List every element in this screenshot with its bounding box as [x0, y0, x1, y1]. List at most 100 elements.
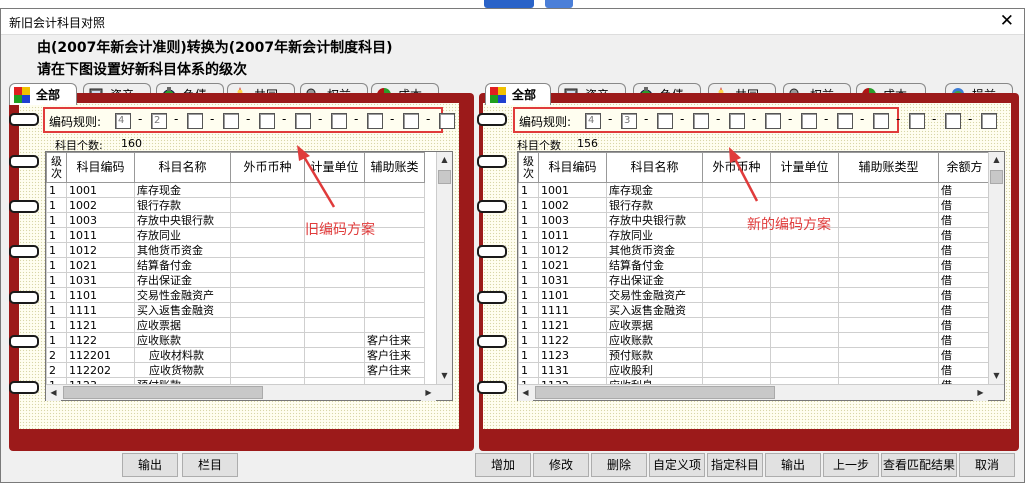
- column-header[interactable]: 辅助账类型: [838, 152, 939, 183]
- table-row[interactable]: 1 1012 其他货币资金 借: [518, 242, 991, 258]
- table-row[interactable]: 1 1031 存出保证金: [46, 272, 425, 288]
- output-button[interactable]: 输出: [122, 453, 178, 477]
- code-level-input[interactable]: [837, 113, 853, 129]
- cancel-button[interactable]: 取消: [959, 453, 1015, 477]
- table-row[interactable]: 1 1012 其他货币资金: [46, 242, 425, 258]
- right-tab-all[interactable]: 全部: [485, 83, 551, 105]
- scroll-down-icon[interactable]: ▼: [437, 368, 452, 384]
- grid-cell: 1122: [66, 332, 135, 348]
- scroll-up-icon[interactable]: ▲: [989, 152, 1004, 168]
- table-row[interactable]: 1 1122 应收账款 客户往来: [46, 332, 425, 348]
- table-row[interactable]: 1 1121 应收票据 借: [518, 317, 991, 333]
- delete-button[interactable]: 删除: [591, 453, 647, 477]
- table-row[interactable]: 1 1002 银行存款: [46, 197, 425, 213]
- column-header[interactable]: 计量单位: [304, 152, 365, 183]
- code-level-input[interactable]: 4: [115, 113, 131, 129]
- close-icon[interactable]: ✕: [1000, 11, 1014, 31]
- table-row[interactable]: 1 1122 应收账款 借: [518, 332, 991, 348]
- code-level-input[interactable]: [367, 113, 383, 129]
- horizontal-scrollbar[interactable]: ◀ ▶: [46, 384, 452, 401]
- grid-cell: 借: [938, 272, 991, 288]
- code-level-input[interactable]: [259, 113, 275, 129]
- table-row[interactable]: 1 1131 应收股利 借: [518, 362, 991, 378]
- vertical-scrollbar[interactable]: ▲ ▼: [436, 152, 452, 384]
- code-level-input[interactable]: [909, 113, 925, 129]
- table-row[interactable]: 1 1121 应收票据: [46, 317, 425, 333]
- left-account-grid[interactable]: 级次 科目编码 科目名称 外币币种 计量单位 辅助账类 1 1001 库存现金 1 1002 银行存款…: [45, 151, 453, 401]
- column-header[interactable]: 科目名称: [606, 152, 703, 183]
- assign-account-button[interactable]: 指定科目: [707, 453, 763, 477]
- custom-item-button[interactable]: 自定义项: [649, 453, 705, 477]
- horizontal-scrollbar[interactable]: ◀ ▶: [518, 384, 1004, 401]
- code-level-input[interactable]: [331, 113, 347, 129]
- left-tab-all[interactable]: 全部: [9, 83, 77, 105]
- left-code-rule-row: 编码规则: 4-2--------: [43, 107, 455, 133]
- column-header[interactable]: 科目编码: [538, 152, 607, 183]
- edit-button[interactable]: 修改: [533, 453, 589, 477]
- right-account-grid[interactable]: 级次 科目编码 科目名称 外币币种 计量单位 辅助账类型 余额方 1 1001 库存现金借 1 100…: [517, 151, 1005, 401]
- columns-button[interactable]: 栏目: [182, 453, 238, 477]
- grid-cell: 借: [938, 302, 991, 318]
- code-level-input[interactable]: [693, 113, 709, 129]
- column-header[interactable]: 科目编码: [66, 152, 135, 183]
- table-row[interactable]: 2 112201 应收材料款 客户往来: [46, 347, 425, 363]
- code-level-input[interactable]: [801, 113, 817, 129]
- scroll-left-icon[interactable]: ◀: [518, 385, 533, 401]
- table-row[interactable]: 1 1101 交易性金融资产: [46, 287, 425, 303]
- column-header[interactable]: 外币币种: [230, 152, 305, 183]
- code-level-input[interactable]: [187, 113, 203, 129]
- table-row[interactable]: 1 1002 银行存款 借: [518, 197, 991, 213]
- column-header[interactable]: 科目名称: [134, 152, 231, 183]
- scroll-thumb[interactable]: [990, 170, 1003, 184]
- table-row[interactable]: 1 1123 预付账款 借: [518, 347, 991, 363]
- scroll-thumb[interactable]: [63, 386, 263, 399]
- table-row[interactable]: 1 1021 结算备付金 借: [518, 257, 991, 273]
- binder-ring: [9, 200, 39, 213]
- vertical-scrollbar[interactable]: ▲ ▼: [988, 152, 1004, 384]
- scroll-thumb[interactable]: [438, 170, 451, 184]
- scroll-right-icon[interactable]: ▶: [421, 385, 436, 401]
- code-level-input[interactable]: 2: [151, 113, 167, 129]
- code-level-input[interactable]: [223, 113, 239, 129]
- grid-header-row: 级次 科目编码 科目名称 外币币种 计量单位 辅助账类型 余额方: [518, 152, 991, 183]
- code-level-input[interactable]: [765, 113, 781, 129]
- binder-ring: [477, 291, 507, 304]
- table-row[interactable]: 1 1111 买入返售金融资借: [518, 302, 991, 318]
- grid-cell: 存放中央银行款: [134, 212, 231, 228]
- annotation-arrows: [297, 145, 759, 208]
- scroll-down-icon[interactable]: ▼: [989, 368, 1004, 384]
- scroll-thumb[interactable]: [535, 386, 775, 399]
- column-header[interactable]: 级次: [46, 152, 67, 183]
- column-header[interactable]: 级次: [518, 152, 539, 183]
- table-row[interactable]: 1 1021 结算备付金: [46, 257, 425, 273]
- code-level-input[interactable]: [403, 113, 419, 129]
- scroll-left-icon[interactable]: ◀: [46, 385, 61, 401]
- column-header[interactable]: 余额方: [938, 152, 991, 183]
- column-header[interactable]: 计量单位: [770, 152, 839, 183]
- code-level-input[interactable]: 3: [621, 113, 637, 129]
- previous-step-button[interactable]: 上一步: [823, 453, 879, 477]
- code-level-input[interactable]: [657, 113, 673, 129]
- table-row[interactable]: 1 1001 库存现金: [46, 182, 425, 198]
- table-row[interactable]: 1 1101 交易性金融资产 借: [518, 287, 991, 303]
- scroll-right-icon[interactable]: ▶: [973, 385, 988, 401]
- output-button[interactable]: 输出: [765, 453, 821, 477]
- code-level-input[interactable]: [439, 113, 455, 129]
- grid-cell: 借: [938, 257, 991, 273]
- code-level-input[interactable]: [945, 113, 961, 129]
- code-level-input[interactable]: [981, 113, 997, 129]
- table-row[interactable]: 2 112202 应收货物款 客户往来: [46, 362, 425, 378]
- view-match-result-button[interactable]: 查看匹配结果: [881, 453, 957, 477]
- code-separator: -: [824, 112, 829, 126]
- code-level-input[interactable]: 4: [585, 113, 601, 129]
- grid-cell: 1122: [538, 332, 607, 348]
- grid-cell: 1: [46, 182, 67, 198]
- code-level-input[interactable]: [295, 113, 311, 129]
- table-row[interactable]: 1 1111 买入返售金融资: [46, 302, 425, 318]
- column-header[interactable]: 辅助账类: [364, 152, 425, 183]
- table-row[interactable]: 1 1031 存出保证金 借: [518, 272, 991, 288]
- code-level-input[interactable]: [729, 113, 745, 129]
- scroll-up-icon[interactable]: ▲: [437, 152, 452, 168]
- add-button[interactable]: 增加: [475, 453, 531, 477]
- code-level-input[interactable]: [873, 113, 889, 129]
